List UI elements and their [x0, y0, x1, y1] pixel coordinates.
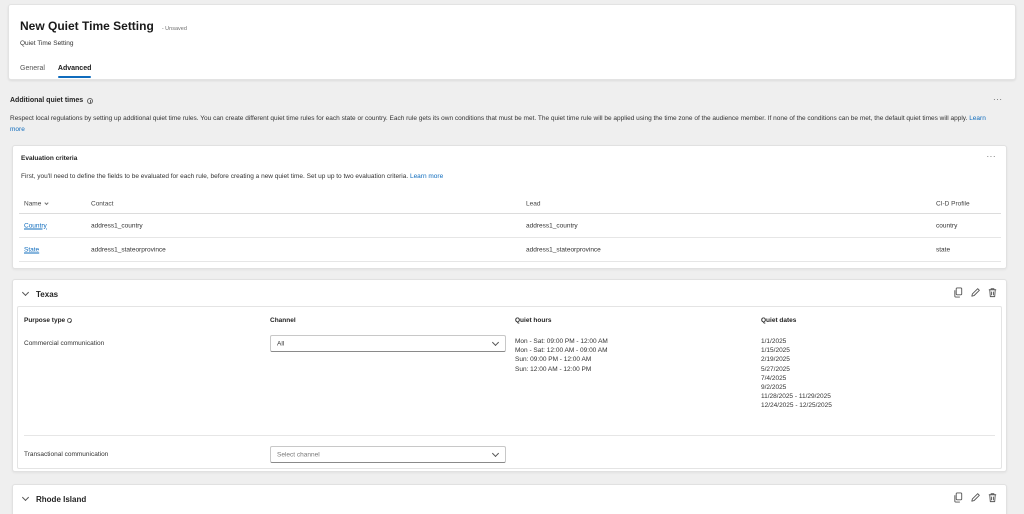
- sort-chevron-icon: [44, 200, 49, 205]
- quiet-date-item: 9/2/2025: [761, 384, 787, 392]
- quiet-date-item: 7/4/2025: [761, 374, 787, 382]
- rule-actions: [947, 287, 998, 298]
- table-row: State address1_stateorprovince address1_…: [19, 238, 1001, 262]
- edit-icon[interactable]: [970, 287, 981, 298]
- column-header-lead: Lead: [526, 200, 541, 208]
- evaluation-criteria-description: First, you'll need to define the fields …: [21, 173, 443, 180]
- quiet-hours-item: Sun: 12:00 AM - 12:00 PM: [515, 365, 592, 373]
- quiet-date-item: 12/24/2025 - 12/25/2025: [761, 402, 832, 410]
- contact-field: address1_stateorprovince: [91, 246, 166, 253]
- quiet-hours-item: Mon - Sat: 09:00 PM - 12:00 AM: [515, 338, 608, 345]
- section-title: Additional quiet times: [10, 97, 94, 104]
- table-row: Country address1_country address1_countr…: [19, 214, 1001, 238]
- delete-icon[interactable]: [987, 287, 998, 298]
- edit-icon[interactable]: [970, 492, 981, 503]
- lead-field: address1_stateorprovince: [526, 246, 601, 253]
- info-icon[interactable]: [67, 318, 73, 323]
- quiet-hours-item: Mon - Sat: 12:00 AM - 09:00 AM: [515, 347, 608, 355]
- contact-field: address1_country: [91, 222, 143, 229]
- criteria-name-link[interactable]: State: [24, 246, 39, 253]
- copy-icon[interactable]: [953, 287, 964, 298]
- rule-name: Texas: [36, 290, 59, 299]
- title-row: New Quiet Time Setting - Unsaved: [20, 19, 187, 33]
- transactional-channel-select[interactable]: Select channel: [270, 446, 506, 463]
- transactional-channel-placeholder: Select channel: [277, 451, 320, 458]
- purpose-type-header: Purpose type: [24, 317, 73, 324]
- evaluation-learn-more-link[interactable]: Learn more: [410, 173, 443, 180]
- commercial-communication-label: Commercial communication: [24, 340, 105, 347]
- save-status: - Unsaved: [161, 26, 187, 32]
- section-title-text: Additional quiet times: [10, 97, 84, 104]
- transactional-communication-label: Transactional communication: [24, 451, 109, 458]
- commercial-channel-select[interactable]: All: [270, 335, 506, 352]
- quiet-date-item: 1/1/2025: [761, 338, 787, 345]
- page-header: New Quiet Time Setting - Unsaved Quiet T…: [8, 4, 1016, 80]
- evaluation-criteria-title: Evaluation criteria: [21, 155, 78, 162]
- copy-icon[interactable]: [953, 492, 964, 503]
- quiet-hours-header: Quiet hours: [515, 317, 552, 324]
- tab-advanced[interactable]: Advanced: [57, 65, 92, 78]
- quiet-dates-list: 1/1/2025 1/15/2025 2/19/2025 5/27/2025 7…: [761, 337, 832, 411]
- chevron-down-icon: [491, 449, 500, 458]
- rule-toggle-rhode-island[interactable]: Rhode Island: [21, 493, 87, 504]
- rule-actions: [947, 492, 998, 503]
- rule-card-rhode-island: Rhode Island: [12, 484, 1007, 514]
- page-title: New Quiet Time Setting: [20, 19, 154, 33]
- info-icon[interactable]: [87, 97, 94, 104]
- table-header-row: Name Contact Lead CI-D Profile: [19, 195, 1001, 214]
- rule-name: Rhode Island: [36, 495, 87, 504]
- profile-field: state: [936, 246, 951, 253]
- quiet-hours-item: Sun: 09:00 PM - 12:00 AM: [515, 356, 592, 364]
- commercial-channel-value: All: [277, 340, 285, 347]
- quiet-date-item: 5/27/2025: [761, 365, 790, 373]
- rule-details: Purpose type Channel Quiet hours Quiet d…: [17, 306, 1002, 469]
- column-header-cid-profile: CI-D Profile: [936, 200, 970, 208]
- section-more-options-button[interactable]: ···: [993, 95, 1003, 104]
- lead-field: address1_country: [526, 222, 578, 229]
- chevron-down-icon: [491, 338, 500, 347]
- purpose-type-label: Purpose type: [24, 317, 66, 324]
- quiet-hours-list: Mon - Sat: 09:00 PM - 12:00 AM Mon - Sat…: [515, 337, 608, 374]
- row-divider: [24, 435, 995, 436]
- quiet-date-item: 1/15/2025: [761, 347, 790, 355]
- profile-field: country: [936, 222, 958, 229]
- column-header-name[interactable]: Name: [24, 200, 49, 208]
- delete-icon[interactable]: [987, 492, 998, 503]
- evaluation-criteria-card: Evaluation criteria ··· First, you'll ne…: [12, 145, 1007, 269]
- column-header-contact: Contact: [91, 200, 114, 208]
- channel-header: Channel: [270, 317, 296, 324]
- tab-list: General Advanced: [20, 65, 104, 78]
- section-description: Respect local regulations by setting up …: [10, 114, 1000, 135]
- rule-toggle-texas[interactable]: Texas: [21, 288, 59, 299]
- entity-type-label: Quiet Time Setting: [20, 40, 74, 47]
- quiet-date-item: 2/19/2025: [761, 356, 790, 364]
- section-description-text: Respect local regulations by setting up …: [10, 115, 968, 122]
- chevron-down-icon: [21, 493, 30, 502]
- column-header-name-label: Name: [24, 200, 42, 208]
- criteria-name-link[interactable]: Country: [24, 222, 47, 229]
- evaluation-table: Name Contact Lead CI-D Profile Country a…: [19, 195, 1001, 262]
- chevron-down-icon: [21, 288, 30, 297]
- evaluation-description-text: First, you'll need to define the fields …: [21, 173, 409, 180]
- evaluation-more-options-button[interactable]: ···: [987, 152, 997, 161]
- rule-card-texas: Texas Purpose type Channel Quiet hours Q…: [12, 279, 1007, 472]
- tab-general[interactable]: General: [20, 65, 45, 78]
- quiet-date-item: 11/28/2025 - 11/29/2025: [761, 393, 831, 401]
- quiet-dates-header: Quiet dates: [761, 317, 797, 324]
